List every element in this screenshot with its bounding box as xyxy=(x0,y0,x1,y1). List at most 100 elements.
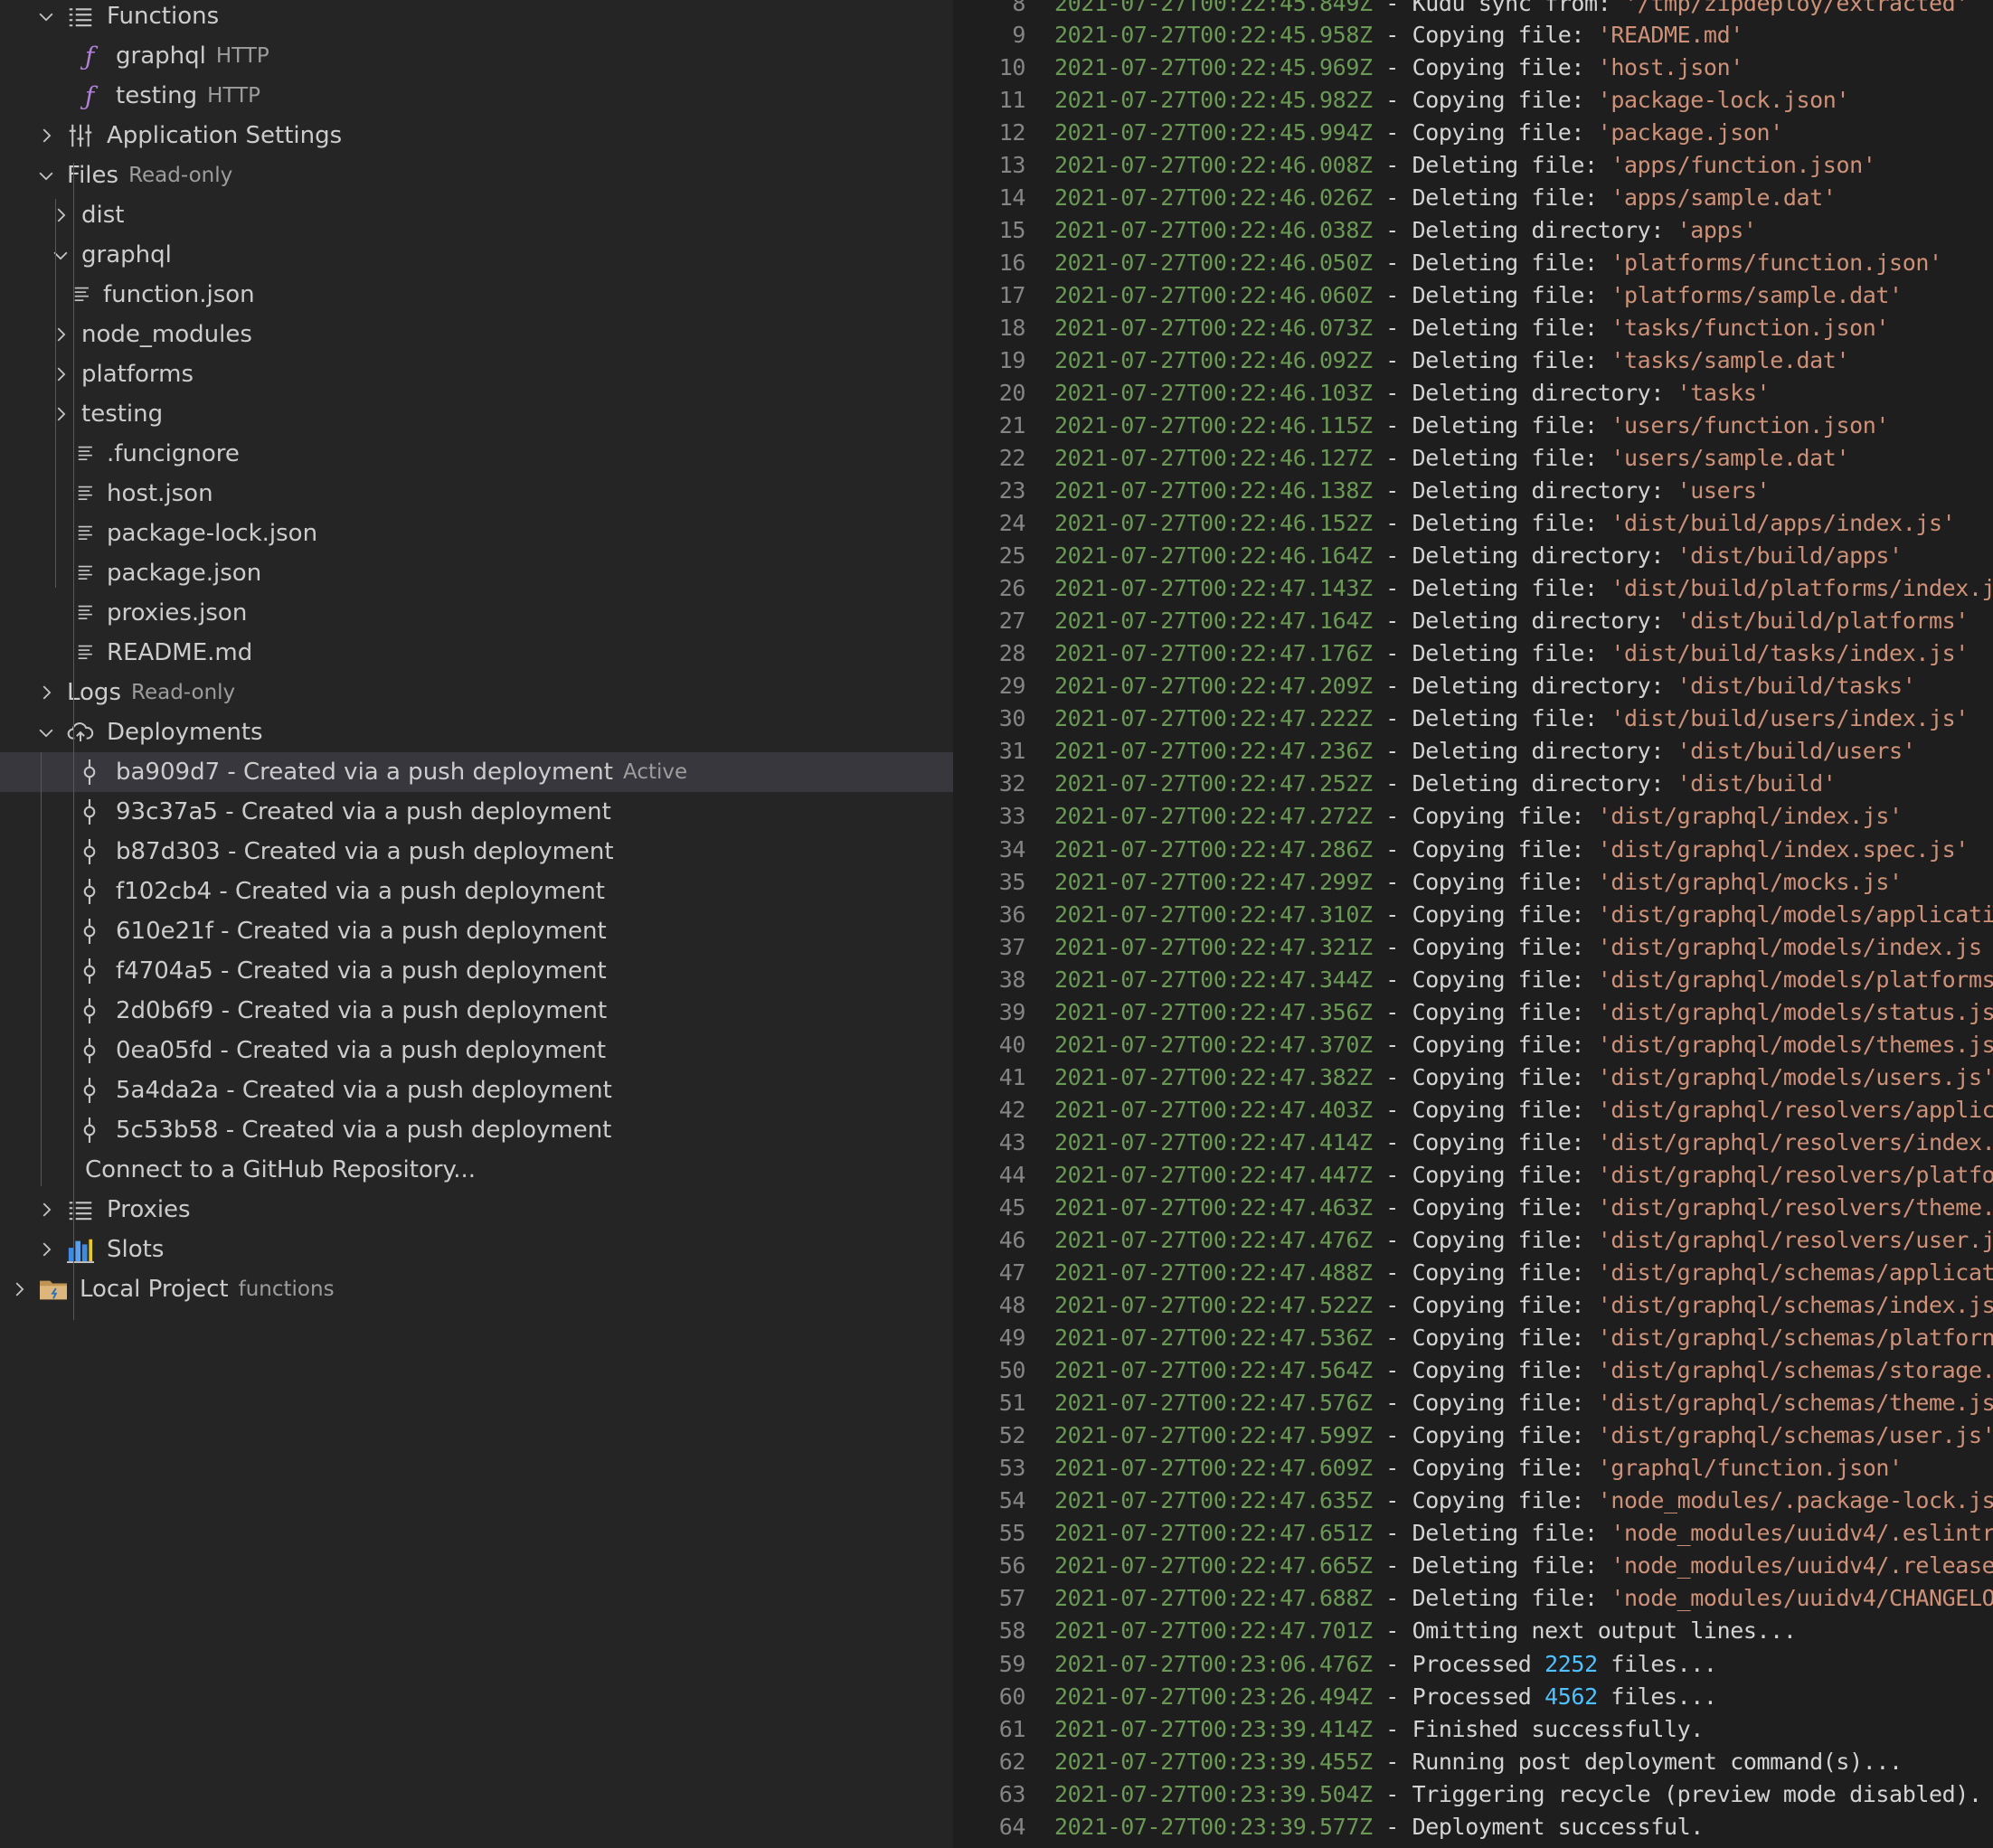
log-timestamp: 2021-07-27T00:22:45.982Z xyxy=(1054,86,1373,113)
line-number: 22 xyxy=(998,445,1026,472)
line-number: 40 xyxy=(998,1031,1026,1058)
log-path-string: 'platforms/sample.dat' xyxy=(1610,281,1903,308)
chevron-right-icon[interactable] xyxy=(34,124,58,147)
file-lines-icon xyxy=(76,440,96,467)
tree-item[interactable]: .funcignore xyxy=(0,434,953,474)
log-line: 40 2021-07-27T00:22:47.370Z - Copying fil… xyxy=(953,1028,1993,1061)
line-number: 16 xyxy=(998,249,1026,276)
tree-item[interactable]: Deployments xyxy=(0,712,953,752)
log-timestamp: 2021-07-27T00:22:47.564Z xyxy=(1054,1357,1373,1384)
chevron-down-icon[interactable] xyxy=(34,721,58,744)
tree-item[interactable]: graphql xyxy=(0,235,953,275)
indent-guide xyxy=(73,163,74,1320)
tree-item[interactable]: host.json xyxy=(0,474,953,514)
log-message: - Copying file: xyxy=(1372,1128,1598,1155)
log-path-string: 'tasks/sample.dat' xyxy=(1610,346,1850,373)
chevron-right-icon[interactable] xyxy=(49,402,72,426)
tree-item[interactable]: Functions xyxy=(0,0,953,36)
tree-item[interactable]: 93c37a5 - Created via a push deployment xyxy=(0,792,953,832)
tree-item-label: package.json xyxy=(107,560,262,587)
log-message: - Processed xyxy=(1372,1650,1545,1677)
log-path-string: 'node_modules/.package-lock.js xyxy=(1597,1487,1993,1514)
tree-item[interactable]: package-lock.json xyxy=(0,514,953,553)
chevron-down-icon[interactable] xyxy=(34,5,58,28)
log-timestamp: 2021-07-27T00:22:46.138Z xyxy=(1054,477,1373,504)
log-message: - Deleting file: xyxy=(1372,575,1611,602)
log-line: 55 2021-07-27T00:22:47.651Z - Deleting fi… xyxy=(953,1517,1993,1550)
tree-item[interactable]: function.json xyxy=(0,275,953,315)
log-timestamp: 2021-07-27T00:22:47.299Z xyxy=(1054,868,1373,895)
tree-item[interactable]: testing xyxy=(0,394,953,434)
tree-item[interactable]: f102cb4 - Created via a push deployment xyxy=(0,872,953,911)
tree-item[interactable]: 610e21f - Created via a push deployment xyxy=(0,911,953,951)
tree-item[interactable]: package.json xyxy=(0,553,953,593)
log-path-string: 'apps/sample.dat' xyxy=(1610,184,1837,211)
log-timestamp: 2021-07-27T00:22:46.164Z xyxy=(1054,542,1373,570)
chevron-down-icon[interactable] xyxy=(49,243,72,267)
log-timestamp: 2021-07-27T00:22:47.222Z xyxy=(1054,705,1373,732)
line-number: 18 xyxy=(998,314,1026,341)
log-message: - Copying file: xyxy=(1372,21,1598,48)
chevron-right-icon[interactable] xyxy=(34,681,58,704)
tree-item[interactable]: node_modules xyxy=(0,315,953,354)
tree-item[interactable]: 5c53b58 - Created via a push deployment xyxy=(0,1110,953,1150)
log-message: - Deleting file: xyxy=(1372,281,1611,308)
log-path-string: 'dist/graphql/models/platforms xyxy=(1597,966,1993,993)
log-line: 19 2021-07-27T00:22:46.092Z - Deleting fi… xyxy=(953,344,1993,376)
line-number: 48 xyxy=(998,1292,1026,1319)
tree-item[interactable]: 0ea05fd - Created via a push deployment xyxy=(0,1031,953,1070)
tree-item[interactable]: proxies.json xyxy=(0,593,953,633)
tree-item[interactable]: f4704a5 - Created via a push deployment xyxy=(0,951,953,991)
log-path-string: 'dist/graphql/index.js' xyxy=(1597,803,1903,830)
log-line: 41 2021-07-27T00:22:47.382Z - Copying fil… xyxy=(953,1061,1993,1093)
tree-item[interactable]: Local Project functions xyxy=(0,1269,953,1309)
log-timestamp: 2021-07-27T00:22:47.370Z xyxy=(1054,1031,1373,1058)
tree-item[interactable]: README.md xyxy=(0,633,953,673)
tree-item[interactable]: b87d303 - Created via a push deployment xyxy=(0,832,953,872)
explorer-tree: Functions ƒ graphql HTTP ƒ testing HTTP Applica… xyxy=(0,0,953,1848)
log-message: - Copying file: xyxy=(1372,118,1598,146)
tree-item[interactable]: ƒ graphql HTTP xyxy=(0,36,953,76)
log-line: 18 2021-07-27T00:22:46.073Z - Deleting fi… xyxy=(953,311,1993,344)
log-timestamp: 2021-07-27T00:22:47.635Z xyxy=(1054,1487,1373,1514)
tree-item[interactable]: Logs Read-only xyxy=(0,673,953,712)
log-timestamp: 2021-07-27T00:22:45.994Z xyxy=(1054,118,1373,146)
chevron-right-icon[interactable] xyxy=(49,323,72,346)
line-number: 38 xyxy=(998,966,1026,993)
log-message: - Copying file: xyxy=(1372,1031,1598,1058)
log-line: 14 2021-07-27T00:22:46.026Z - Deleting fi… xyxy=(953,181,1993,213)
log-path-string: 'users' xyxy=(1677,477,1771,504)
log-message: - Deleting directory: xyxy=(1372,216,1677,243)
log-path-string: 'dist/build/apps' xyxy=(1677,542,1903,570)
chevron-right-icon[interactable] xyxy=(34,1238,58,1261)
tree-item[interactable]: Application Settings xyxy=(0,116,953,156)
chevron-down-icon[interactable] xyxy=(34,164,58,187)
log-timestamp: 2021-07-27T00:22:47.344Z xyxy=(1054,966,1373,993)
tree-item[interactable]: Files Read-only xyxy=(0,156,953,195)
log-line: 11 2021-07-27T00:22:45.982Z - Copying fil… xyxy=(953,83,1993,116)
tree-item-label: Local Project xyxy=(80,1276,229,1303)
tree-item[interactable]: 5a4da2a - Created via a push deployment xyxy=(0,1070,953,1110)
tree-item[interactable]: 2d0b6f9 - Created via a push deployment xyxy=(0,991,953,1031)
chevron-right-icon[interactable] xyxy=(49,363,72,386)
tree-item[interactable]: Proxies xyxy=(0,1190,953,1230)
tree-item[interactable]: platforms xyxy=(0,354,953,394)
tree-item[interactable]: Connect to a GitHub Repository... xyxy=(0,1150,953,1190)
line-number: 64 xyxy=(998,1813,1026,1840)
tree-item[interactable]: ƒ testing HTTP xyxy=(0,76,953,116)
tree-item-description: HTTP xyxy=(215,44,269,68)
line-number: 35 xyxy=(998,868,1026,895)
deployment-log-editor[interactable]: 8 2021-07-27T00:22:45.849Z - Kudu sync fr… xyxy=(953,0,1993,1848)
line-number: 28 xyxy=(998,640,1026,667)
chevron-right-icon[interactable] xyxy=(49,203,72,227)
line-number: 36 xyxy=(998,900,1026,928)
tree-item[interactable]: ba909d7 - Created via a push deployment A… xyxy=(0,752,953,792)
list-icon xyxy=(67,3,94,30)
log-timestamp: 2021-07-27T00:22:46.026Z xyxy=(1054,184,1373,211)
chevron-right-icon[interactable] xyxy=(34,1198,58,1221)
chevron-right-icon[interactable] xyxy=(7,1278,31,1301)
line-number: 10 xyxy=(998,53,1026,80)
line-number: 25 xyxy=(998,542,1026,570)
tree-item[interactable]: Slots xyxy=(0,1230,953,1269)
tree-item[interactable]: dist xyxy=(0,195,953,235)
